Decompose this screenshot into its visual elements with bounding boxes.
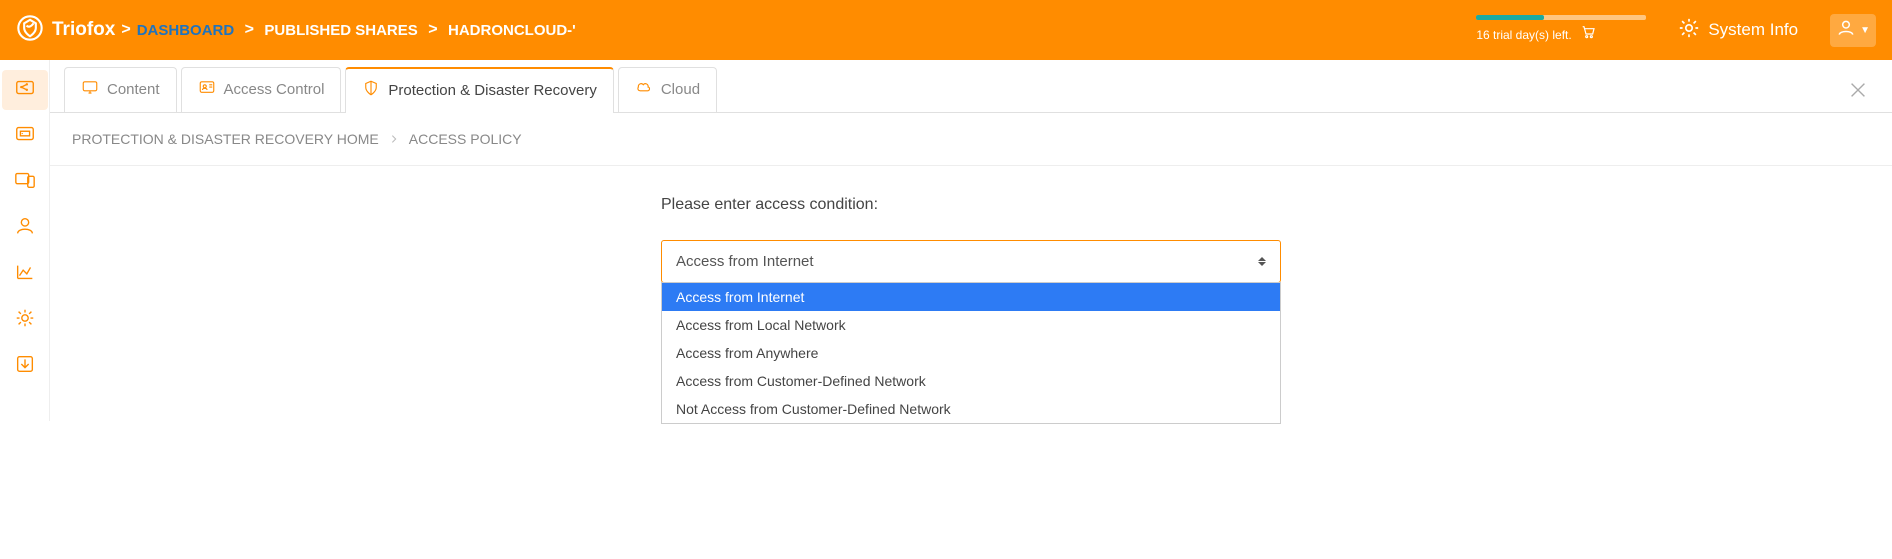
chevron-right-icon — [389, 131, 399, 147]
breadcrumb-home[interactable]: PROTECTION & DISASTER RECOVERY HOME — [72, 131, 379, 147]
tab-access-control[interactable]: Access Control — [181, 67, 342, 112]
crumb-sep: > — [240, 21, 258, 39]
user-icon — [1836, 18, 1856, 43]
access-condition-select[interactable]: Access from Internet Access from Interne… — [661, 240, 1281, 283]
tab-label: Cloud — [661, 81, 700, 98]
user-menu-button[interactable]: ▼ — [1830, 14, 1876, 47]
shield-icon — [16, 14, 44, 47]
sidebar-item-download[interactable] — [2, 346, 48, 386]
close-button[interactable] — [1838, 72, 1878, 112]
sidebar-item-devices[interactable] — [2, 162, 48, 202]
option-customer-network[interactable]: Access from Customer-Defined Network — [662, 367, 1280, 395]
cloud-icon — [635, 78, 653, 100]
chart-icon — [14, 261, 36, 288]
option-internet[interactable]: Access from Internet — [662, 283, 1280, 311]
form-prompt: Please enter access condition: — [661, 196, 1281, 214]
brand-block[interactable]: Triofox — [16, 14, 115, 47]
trial-block[interactable]: 16 trial day(s) left. — [1476, 15, 1646, 45]
crumb-current[interactable]: HADRONCLOUD-' — [448, 22, 576, 39]
sidebar-item-share[interactable] — [2, 70, 48, 110]
tab-label: Protection & Disaster Recovery — [388, 82, 596, 99]
download-icon — [14, 353, 36, 380]
tab-cloud[interactable]: Cloud — [618, 67, 717, 112]
option-not-customer-network[interactable]: Not Access from Customer-Defined Network — [662, 395, 1280, 423]
sort-caret-icon — [1258, 257, 1266, 266]
crumb-sep: > — [424, 21, 442, 39]
trial-text: 16 trial day(s) left. — [1476, 28, 1571, 42]
close-icon — [1847, 79, 1869, 106]
devices-icon — [14, 169, 36, 196]
sidebar-item-reports[interactable] — [2, 254, 48, 294]
badge-icon — [198, 78, 216, 100]
monitor-icon — [81, 78, 99, 100]
users-icon — [14, 215, 36, 242]
chevron-down-icon: ▼ — [1860, 25, 1870, 36]
breadcrumb-current: ACCESS POLICY — [409, 131, 522, 147]
select-value: Access from Internet — [676, 253, 814, 270]
cart-icon — [1580, 24, 1596, 45]
sub-breadcrumb: PROTECTION & DISASTER RECOVERY HOME ACCE… — [50, 113, 1892, 166]
sidebar-item-server[interactable] — [2, 116, 48, 156]
crumb-published-shares[interactable]: PUBLISHED SHARES — [264, 22, 417, 39]
tab-protection[interactable]: Protection & Disaster Recovery — [345, 67, 613, 113]
sidebar-item-users[interactable] — [2, 208, 48, 248]
share-icon — [14, 77, 36, 104]
trial-progress — [1476, 15, 1646, 20]
brand-text: Triofox — [52, 19, 115, 41]
tab-label: Content — [107, 81, 160, 98]
option-anywhere[interactable]: Access from Anywhere — [662, 339, 1280, 367]
access-condition-dropdown: Access from Internet Access from Local N… — [661, 282, 1281, 424]
tab-content[interactable]: Content — [64, 67, 177, 112]
tab-label: Access Control — [224, 81, 325, 98]
gear-icon — [14, 307, 36, 334]
server-icon — [14, 123, 36, 150]
crumb-dashboard[interactable]: DASHBOARD — [137, 22, 235, 39]
system-info-link[interactable]: System Info — [1678, 17, 1798, 44]
left-sidebar — [0, 60, 50, 421]
system-info-label: System Info — [1708, 20, 1798, 40]
sidebar-item-settings[interactable] — [2, 300, 48, 340]
option-local-network[interactable]: Access from Local Network — [662, 311, 1280, 339]
topbar: Triofox > DASHBOARD > PUBLISHED SHARES >… — [0, 0, 1892, 60]
shield-half-icon — [362, 79, 380, 101]
gear-icon — [1678, 17, 1700, 44]
crumb-sep: > — [121, 21, 130, 39]
tabs-bar: Content Access Control Protection & Disa… — [50, 60, 1892, 113]
